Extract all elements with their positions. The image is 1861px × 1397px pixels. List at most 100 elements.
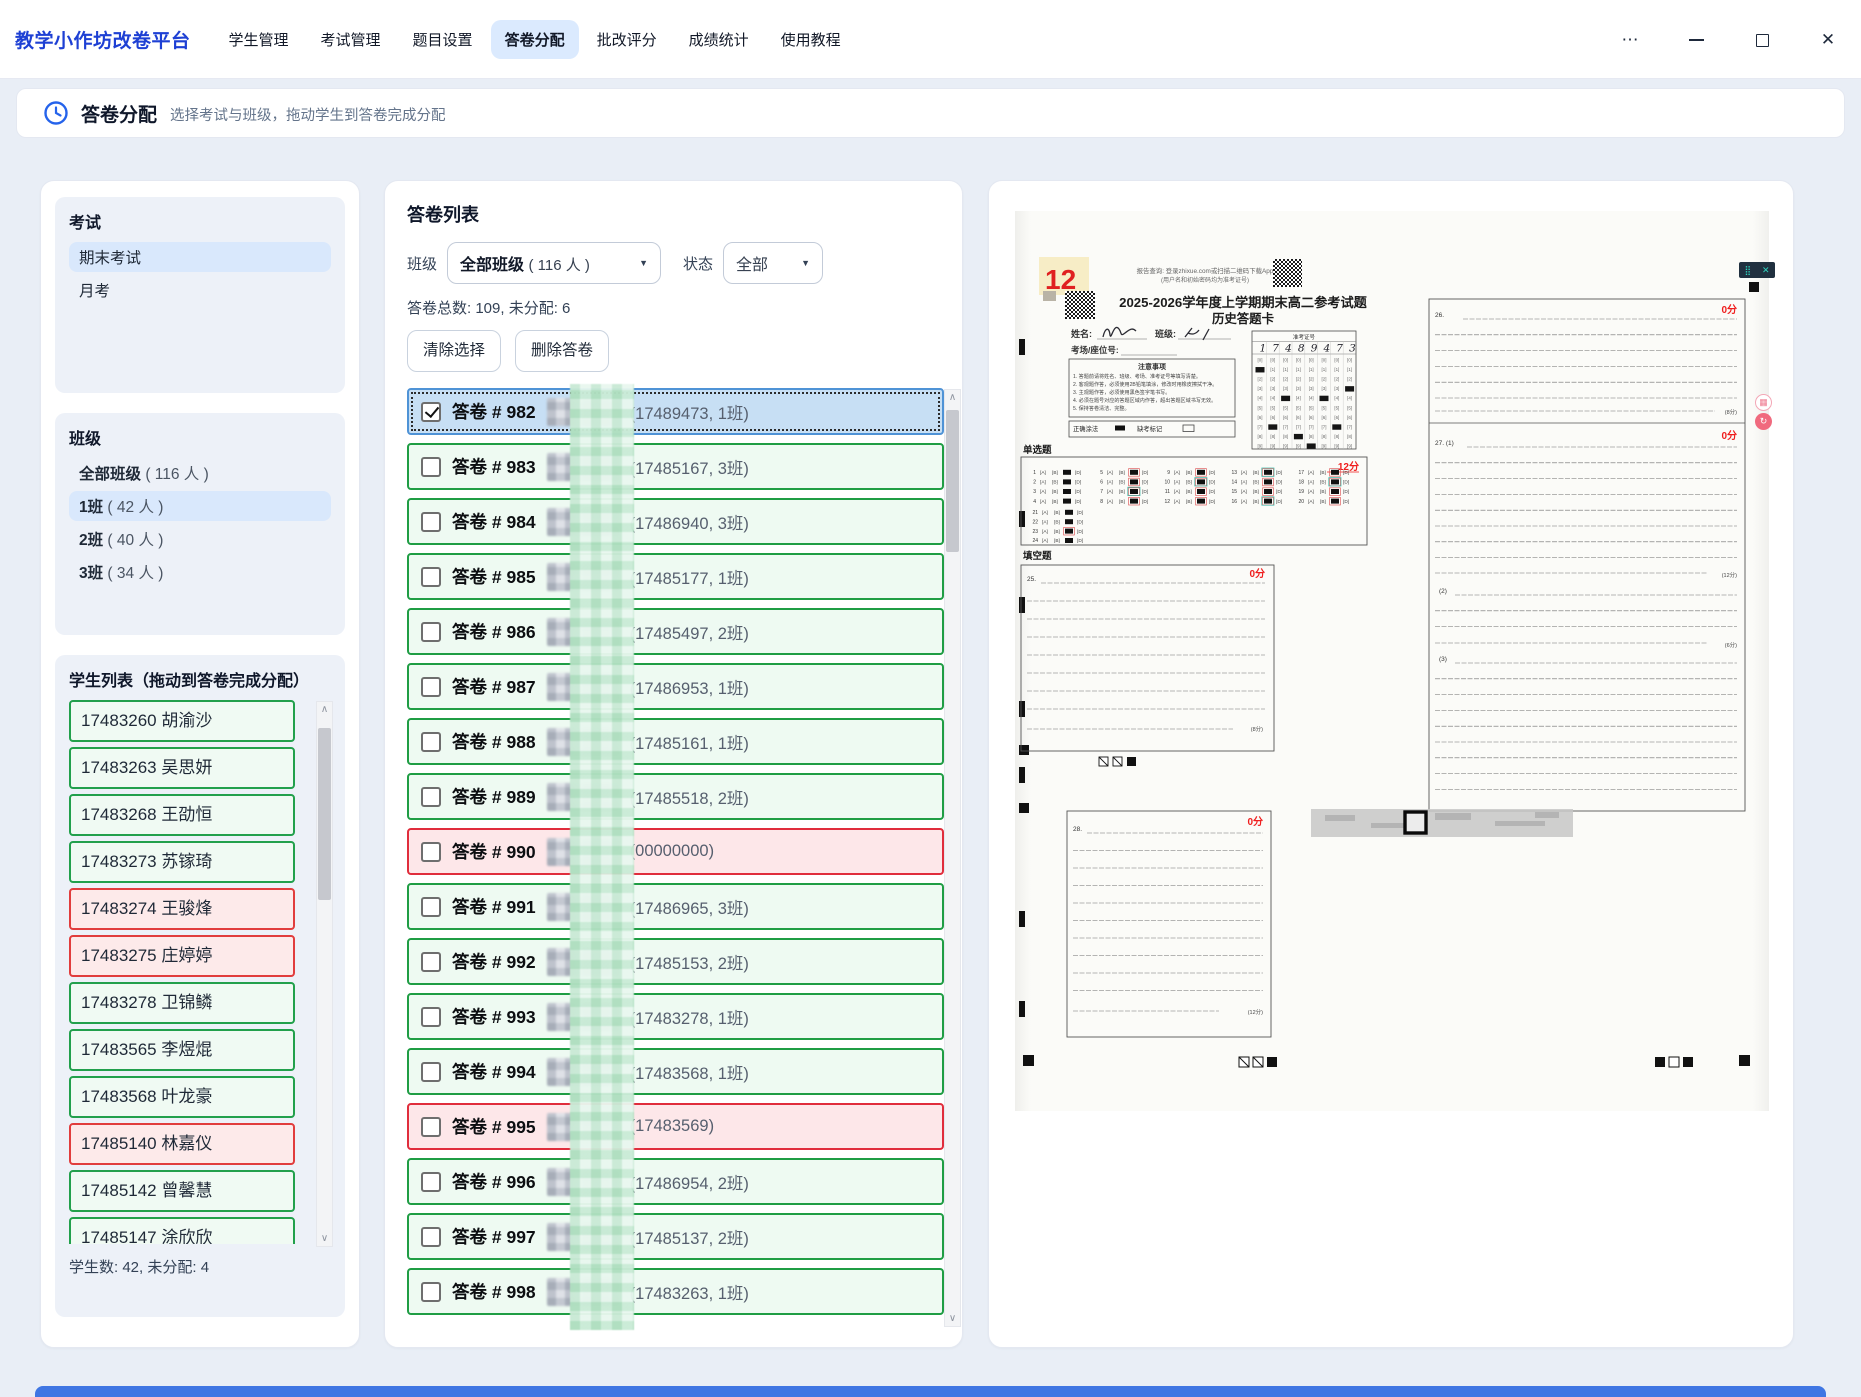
grid-stamp-icon[interactable]: ▦: [1755, 394, 1772, 411]
answer-sheet-row[interactable]: 答卷 # 997 (17485137, 2班): [407, 1213, 944, 1260]
maximize-icon[interactable]: [1729, 30, 1795, 50]
status-filter-select[interactable]: 全部 ▼: [723, 242, 823, 284]
answer-sheet-row[interactable]: 答卷 # 987 (17486953, 1班): [407, 663, 944, 710]
svg-text:[8]: [8]: [1309, 434, 1314, 439]
row-checkbox[interactable]: [421, 622, 441, 642]
answer-sheet-row[interactable]: 答卷 # 983 (17485167, 3班): [407, 443, 944, 490]
clear-selection-button[interactable]: 清除选择: [407, 330, 501, 372]
svg-text:[7]: [7]: [1296, 424, 1301, 429]
class-filter-select[interactable]: 全部班级 ( 116 人 ) ▼: [447, 242, 661, 284]
answer-sheet-row[interactable]: 答卷 # 998 (17483263, 1班): [407, 1268, 944, 1315]
sheet-number-label: 答卷 # 986: [452, 619, 536, 644]
nav-item-7[interactable]: 使用教程: [767, 20, 855, 59]
chevron-down-icon: ▼: [639, 258, 648, 268]
student-chip[interactable]: 17483263 吴思妍: [69, 747, 295, 789]
student-chip[interactable]: 17483565 李煜焜: [69, 1029, 295, 1071]
svg-text:17: 17: [1298, 470, 1304, 476]
list-item[interactable]: 期末考试: [69, 242, 331, 272]
student-chip[interactable]: 17483260 胡渝沙: [69, 700, 295, 742]
row-checkbox[interactable]: [421, 1282, 441, 1302]
student-chip[interactable]: 17483568 叶龙豪: [69, 1076, 295, 1118]
list-item[interactable]: 月考: [69, 275, 331, 305]
answer-sheet-row[interactable]: 答卷 # 993 (17483278, 1班): [407, 993, 944, 1040]
sheet-meta: (17485518, 2班): [630, 785, 749, 809]
sheet-list-scrollbar[interactable]: ∧ ∨: [944, 389, 961, 1327]
student-chip[interactable]: 17485142 曾馨慧: [69, 1170, 295, 1212]
row-checkbox[interactable]: [421, 1062, 441, 1082]
student-chip[interactable]: 17483268 王劭恒: [69, 794, 295, 836]
answer-sheet-row[interactable]: 答卷 # 988 (17485161, 1班): [407, 718, 944, 765]
svg-text:[A]: [A]: [1042, 519, 1048, 525]
list-item[interactable]: 2班 ( 40 人 ): [69, 524, 331, 554]
row-checkbox[interactable]: [421, 1007, 441, 1027]
row-checkbox[interactable]: [421, 677, 441, 697]
svg-text:[D]: [D]: [1343, 480, 1349, 486]
scan-preview-panel: 12报告查询: 登录zhixue.com或扫描二维码下载App(用户名和初始密码…: [988, 180, 1794, 1348]
row-checkbox[interactable]: [421, 567, 441, 587]
answer-sheet-row[interactable]: 答卷 # 995 (17483569): [407, 1103, 944, 1150]
student-chip[interactable]: 17483273 苏镓琦: [69, 841, 295, 883]
page-title: 答卷分配: [81, 100, 157, 127]
svg-text:[B]: [B]: [1054, 519, 1060, 525]
row-checkbox[interactable]: [421, 842, 441, 862]
row-checkbox[interactable]: [421, 732, 441, 752]
nav-item-1[interactable]: 学生管理: [215, 20, 303, 59]
answer-sheet-row[interactable]: 答卷 # 992 (17485153, 2班): [407, 938, 944, 985]
list-item[interactable]: 3班 ( 34 人 ): [69, 557, 331, 587]
answer-sheet-row[interactable]: 答卷 # 990 (00000000): [407, 828, 944, 875]
svg-text:填空题: 填空题: [1023, 550, 1052, 562]
row-checkbox[interactable]: [421, 512, 441, 532]
more-icon[interactable]: ⋯: [1597, 30, 1663, 50]
student-list-scrollbar[interactable]: ∧ ∨: [316, 701, 333, 1247]
list-item[interactable]: 1班 ( 42 人 ): [69, 491, 331, 521]
answer-sheet-row[interactable]: 答卷 # 984 (17486940, 3班): [407, 498, 944, 545]
answer-sheet-row[interactable]: 答卷 # 991 (17486965, 3班): [407, 883, 944, 930]
row-checkbox[interactable]: [421, 457, 441, 477]
row-checkbox[interactable]: [421, 897, 441, 917]
minimize-icon[interactable]: [1663, 30, 1729, 50]
student-chip[interactable]: 17485140 林嘉仪: [69, 1123, 295, 1165]
answer-sheet-row[interactable]: 答卷 # 994 (17483568, 1班): [407, 1048, 944, 1095]
history-clock-icon: [43, 100, 69, 126]
list-item[interactable]: 全部班级 ( 116 人 ): [69, 458, 331, 488]
sheet-meta: (17483569): [630, 1117, 714, 1136]
nav-item-2[interactable]: 考试管理: [307, 20, 395, 59]
student-chip[interactable]: 17483275 庄婷婷: [69, 935, 295, 977]
svg-text:[5]: [5]: [1270, 405, 1275, 410]
svg-text:[2]: [2]: [1258, 377, 1263, 382]
nav-item-6[interactable]: 成绩统计: [675, 20, 763, 59]
svg-text:[D]: [D]: [1343, 499, 1349, 505]
nav-item-5[interactable]: 批改评分: [583, 20, 671, 59]
answer-sheet-row[interactable]: 答卷 # 989 (17485518, 2班): [407, 773, 944, 820]
blurred-student-name: [547, 838, 619, 866]
svg-text:4: 4: [1033, 499, 1036, 505]
answer-sheet-scan: 12报告查询: 登录zhixue.com或扫描二维码下载App(用户名和初始密码…: [1015, 211, 1769, 1111]
delete-sheets-button[interactable]: 删除答卷: [515, 330, 609, 372]
answer-sheet-row[interactable]: 答卷 # 986 (17485497, 2班): [407, 608, 944, 655]
close-preview-icon[interactable]: ✕: [1762, 266, 1770, 275]
answer-sheet-row[interactable]: 答卷 # 985 (17485177, 1班): [407, 553, 944, 600]
answer-sheet-row[interactable]: 答卷 # 982 (17489473, 1班): [407, 388, 944, 435]
svg-text:[D]: [D]: [1142, 489, 1148, 495]
class-panel-title: 班级: [69, 425, 331, 449]
svg-text:(8分): (8分): [1251, 725, 1263, 733]
close-icon[interactable]: ✕: [1795, 30, 1861, 50]
svg-text:14: 14: [1231, 480, 1237, 486]
student-chip[interactable]: 17483274 王骏烽: [69, 888, 295, 930]
student-chip[interactable]: 17485147 涂欣欣: [69, 1217, 295, 1244]
row-checkbox[interactable]: [421, 1117, 441, 1137]
svg-text:[A]: [A]: [1042, 538, 1048, 544]
row-checkbox[interactable]: [421, 952, 441, 972]
row-checkbox[interactable]: [421, 1227, 441, 1247]
svg-text:[D]: [D]: [1075, 489, 1081, 495]
answer-sheet-row[interactable]: 答卷 # 996 (17486954, 2班): [407, 1158, 944, 1205]
row-checkbox[interactable]: [421, 1172, 441, 1192]
svg-text:[2]: [2]: [1283, 377, 1288, 382]
refresh-stamp-icon[interactable]: ↻: [1755, 413, 1772, 430]
row-checkbox[interactable]: [421, 402, 441, 422]
row-checkbox[interactable]: [421, 787, 441, 807]
drag-handle-icon[interactable]: ⣿: [1744, 266, 1751, 275]
student-chip[interactable]: 17483278 卫锦鳞: [69, 982, 295, 1024]
nav-item-3[interactable]: 题目设置: [399, 20, 487, 59]
nav-item-4[interactable]: 答卷分配: [491, 20, 579, 59]
